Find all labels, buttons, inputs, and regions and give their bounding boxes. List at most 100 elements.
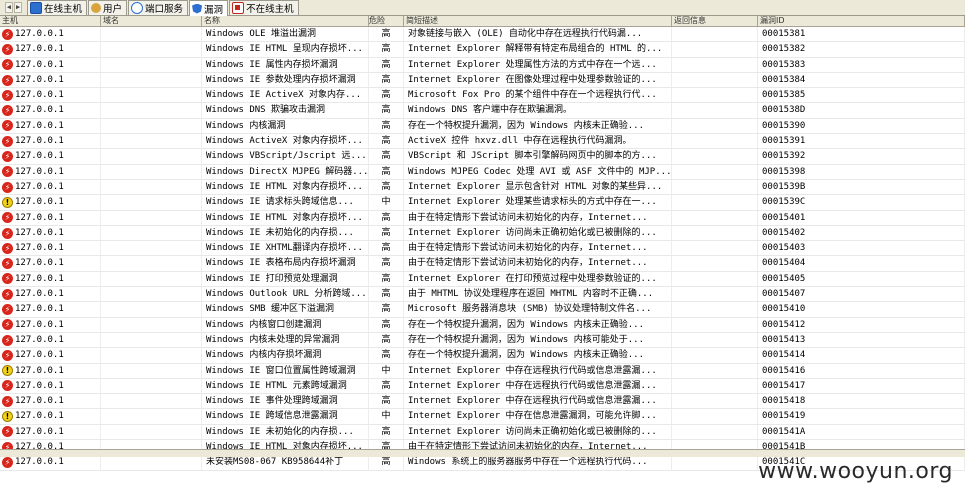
return-info-cell	[672, 241, 758, 256]
horizontal-scrollbar[interactable]	[0, 449, 965, 457]
description-cell: Internet Explorer 显示包含针对 HTML 对象的某些异...	[404, 179, 672, 195]
table-row[interactable]: ⚡ 127.0.0.1 Windows OLE 堆溢出漏洞高对象链接与嵌入 (OLE…	[0, 27, 965, 43]
vuln-name-cell: Windows Outlook URL 分析跨域...	[202, 287, 369, 302]
vuln-id-cell: 0001539C	[758, 195, 965, 210]
tab-offline-hosts[interactable]: 不在线主机	[229, 0, 299, 15]
host-address: 127.0.0.1	[15, 90, 64, 101]
host-cell: ⚡ 127.0.0.1	[0, 332, 101, 348]
table-row[interactable]: ⚡ 127.0.0.1 Windows IE 参数处理内存损坏漏洞高 Internet…	[0, 72, 965, 89]
domain-cell	[101, 287, 202, 302]
description-cell: Internet Explorer 解释带有特定布局组合的 HTML 的...	[404, 42, 672, 57]
description-cell: Internet Explorer 处理属性方法的方式中存在一个远...	[404, 57, 672, 72]
vulnerability-table: 主机 域名 名称 危险 简短描述 返回信息 漏洞ID ⚡ 127.0.0.1 Win…	[0, 16, 965, 471]
vuln-name-cell: Windows IE 属性内存损坏漏洞	[202, 57, 369, 72]
table-row[interactable]: ⚡ 127.0.0.1 Windows IE HTML 对象内存损坏... 高由于在特…	[0, 210, 965, 226]
high-severity-icon: ⚡	[2, 166, 13, 178]
vuln-id-cell: 00015382	[758, 42, 965, 57]
table-row[interactable]: ⚡ 127.0.0.1 Windows IE 属性内存损坏漏洞高 Internet E…	[0, 57, 965, 73]
vuln-id-cell: 00015390	[758, 118, 965, 134]
domain-cell	[101, 88, 202, 103]
column-header-vuln-id[interactable]: 漏洞ID	[758, 16, 965, 26]
column-header-description[interactable]: 简短描述	[404, 16, 672, 26]
tab-label: 用户	[103, 4, 123, 15]
table-row[interactable]: ⚡ 127.0.0.1 Windows 内核内存损坏漏洞高存在一个特权提升漏洞，因为…	[0, 348, 965, 364]
vuln-id-cell: 00015392	[758, 149, 965, 164]
table-row[interactable]: ⚡ 127.0.0.1 Windows IE 打印预览处理漏洞高 Internet E…	[0, 271, 965, 288]
risk-level-cell: 中	[369, 409, 404, 424]
host-address: 127.0.0.1	[15, 273, 64, 284]
medium-severity-icon: !	[2, 411, 13, 423]
table-row[interactable]: ⚡ 127.0.0.1 Windows IE HTML 元素跨域漏洞高 Interne…	[0, 378, 965, 395]
description-cell: ActiveX 控件 hxvz.dll 中存在远程执行代码漏洞。	[404, 134, 672, 149]
column-header-name[interactable]: 名称	[202, 16, 369, 26]
table-row[interactable]: ⚡ 127.0.0.1 Windows IE 事件处理跨域漏洞高 Internet E…	[0, 394, 965, 410]
user-icon	[91, 3, 102, 13]
tab-label: 端口服务	[145, 4, 184, 15]
host-cell: ⚡ 127.0.0.1	[0, 164, 101, 179]
host-cell: ⚡ 127.0.0.1	[0, 118, 101, 134]
host-cell: ⚡ 127.0.0.1	[0, 394, 101, 409]
vuln-id-cell: 00015414	[758, 348, 965, 363]
host-address: 127.0.0.1	[15, 426, 64, 437]
tab-scroll-left-icon[interactable]: ◀	[4, 2, 13, 13]
vuln-id-cell: 00015402	[758, 225, 965, 241]
table-row[interactable]: ! 127.0.0.1 Windows IE 窗口位置属性跨域漏洞中 Internet…	[0, 363, 965, 379]
return-info-cell	[672, 225, 758, 241]
tab-scroll-buttons: ◀ ▶	[0, 0, 27, 15]
domain-cell	[101, 195, 202, 210]
host-address: 127.0.0.1	[15, 197, 64, 208]
table-row[interactable]: ⚡ 127.0.0.1 Windows Outlook URL 分析跨域... 高由于…	[0, 287, 965, 303]
vuln-name-cell: Windows 内核漏洞	[202, 118, 369, 134]
table-row[interactable]: ⚡ 127.0.0.1 Windows IE 表格布局内存损坏漏洞高由于在特定情形下…	[0, 256, 965, 272]
table-row[interactable]: ⚡ 127.0.0.1 Windows IE HTML 呈现内存损坏... 高 Inte…	[0, 42, 965, 58]
vuln-name-cell: Windows IE ActiveX 对象内存...	[202, 88, 369, 103]
domain-cell	[101, 164, 202, 179]
offline-host-icon	[232, 2, 245, 14]
host-address: 127.0.0.1	[15, 304, 64, 315]
table-row[interactable]: ⚡ 127.0.0.1 Windows IE ActiveX 对象内存... 高 Mic…	[0, 88, 965, 104]
return-info-cell	[672, 42, 758, 57]
tab-port-services[interactable]: 端口服务	[128, 0, 189, 15]
risk-level-cell: 高	[369, 302, 404, 317]
tab-scroll-right-icon[interactable]: ▶	[14, 2, 23, 13]
vuln-name-cell: Windows IE XHTML翻译内存损坏...	[202, 241, 369, 256]
table-row[interactable]: ⚡ 127.0.0.1 Windows 内核未处理的异常漏洞高存在一个特权提升漏洞，…	[0, 332, 965, 349]
host-cell: ⚡ 127.0.0.1	[0, 225, 101, 241]
host-cell: ⚡ 127.0.0.1	[0, 317, 101, 332]
return-info-cell	[672, 134, 758, 149]
watermark: www.wooyun.org	[758, 459, 953, 484]
host-cell: ⚡ 127.0.0.1	[0, 271, 101, 287]
tab-users[interactable]: 用户	[88, 0, 128, 15]
tab-vulnerabilities[interactable]: 漏洞	[189, 0, 229, 16]
host-icon	[30, 2, 42, 14]
description-cell: Microsoft Fox Pro 的某个组件中存在一个远程执行代...	[404, 88, 672, 103]
column-header-return-info[interactable]: 返回信息	[672, 16, 758, 26]
vuln-id-cell: 00015416	[758, 363, 965, 378]
domain-cell	[101, 57, 202, 72]
vuln-id-cell: 00015419	[758, 409, 965, 424]
table-row[interactable]: ⚡ 127.0.0.1 Windows IE 未初始化的内存损... 高 Interne…	[0, 424, 965, 441]
vuln-name-cell: Windows IE 跨域信息泄露漏洞	[202, 409, 369, 424]
table-row[interactable]: ⚡ 127.0.0.1 Windows IE HTML 对象内存损坏... 高 Inte…	[0, 179, 965, 196]
table-row[interactable]: ⚡ 127.0.0.1 Windows 内核漏洞高存在一个特权提升漏洞，因为 Win…	[0, 118, 965, 135]
table-row[interactable]: ⚡ 127.0.0.1 Windows IE 未初始化的内存损... 高 Interne…	[0, 225, 965, 242]
table-row[interactable]: ⚡ 127.0.0.1 Windows VBScript/Jscript 远... 高…	[0, 149, 965, 165]
return-info-cell	[672, 378, 758, 394]
table-row[interactable]: ⚡ 127.0.0.1 Windows 内核窗口创建漏洞高存在一个特权提升漏洞，因为…	[0, 317, 965, 333]
column-header-host[interactable]: 主机	[0, 16, 101, 26]
high-severity-icon: ⚡	[2, 212, 13, 224]
table-row[interactable]: ⚡ 127.0.0.1 Windows ActiveX 对象内存损坏... 高 Acti…	[0, 134, 965, 150]
table-row[interactable]: ⚡ 127.0.0.1 Windows IE XHTML翻译内存损坏... 高由于在特…	[0, 241, 965, 257]
table-row[interactable]: ⚡ 127.0.0.1 Windows DirectX MJPEG 解码器... 高 W…	[0, 164, 965, 180]
table-row[interactable]: ! 127.0.0.1 Windows IE 请求标头跨域信息... 中 Interne…	[0, 195, 965, 211]
column-header-risk[interactable]: 危险	[369, 16, 404, 26]
tab-online-hosts[interactable]: 在线主机	[27, 0, 88, 15]
table-row[interactable]: ⚡ 127.0.0.1 Windows DNS 欺骗攻击漏洞高 Windows DNS…	[0, 103, 965, 119]
table-row[interactable]: ! 127.0.0.1 Windows IE 跨域信息泄露漏洞中 Internet E…	[0, 409, 965, 425]
table-body: ⚡ 127.0.0.1 Windows OLE 堆溢出漏洞高对象链接与嵌入 (OLE…	[0, 27, 965, 471]
table-row[interactable]: ⚡ 127.0.0.1 Windows SMB 缓冲区下溢漏洞高 Microsoft …	[0, 302, 965, 318]
host-cell: ⚡ 127.0.0.1	[0, 256, 101, 271]
return-info-cell	[672, 72, 758, 88]
column-header-domain[interactable]: 域名	[101, 16, 202, 26]
host-cell: ⚡ 127.0.0.1	[0, 241, 101, 256]
